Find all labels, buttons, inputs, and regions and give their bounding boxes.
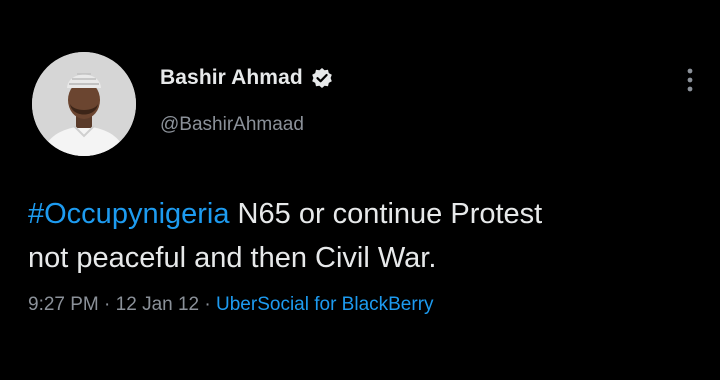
tweet-time[interactable]: 9:27 PM <box>28 294 99 315</box>
tweet-date[interactable]: 12 Jan 12 <box>116 294 199 315</box>
tweet-text-line1: N65 or continue Protest <box>229 198 543 230</box>
tweet-text: #Occupynigeria N65 or continue Protest n… <box>28 192 708 280</box>
author-handle[interactable]: @BashirAhmaad <box>160 114 304 136</box>
tweet-meta: 9:27 PM · 12 Jan 12 · UberSocial for Bla… <box>28 294 434 316</box>
meta-separator: · <box>98 294 116 315</box>
avatar[interactable] <box>32 52 136 156</box>
tweet-card: Bashir Ahmad @BashirAhmaad #Occupynigeri… <box>0 0 720 380</box>
meta-separator: · <box>199 294 217 315</box>
hashtag-link[interactable]: #Occupynigeria <box>28 198 230 230</box>
tweet-source-link[interactable]: UberSocial for BlackBerry <box>216 294 434 315</box>
author-name-row[interactable]: Bashir Ahmad <box>160 66 333 90</box>
more-vertical-icon[interactable] <box>680 66 700 96</box>
avatar-image <box>32 52 136 156</box>
author-display-name[interactable]: Bashir Ahmad <box>160 66 303 90</box>
verified-badge-icon <box>311 67 333 89</box>
tweet-text-line2: not peaceful and then Civil War. <box>28 242 437 274</box>
